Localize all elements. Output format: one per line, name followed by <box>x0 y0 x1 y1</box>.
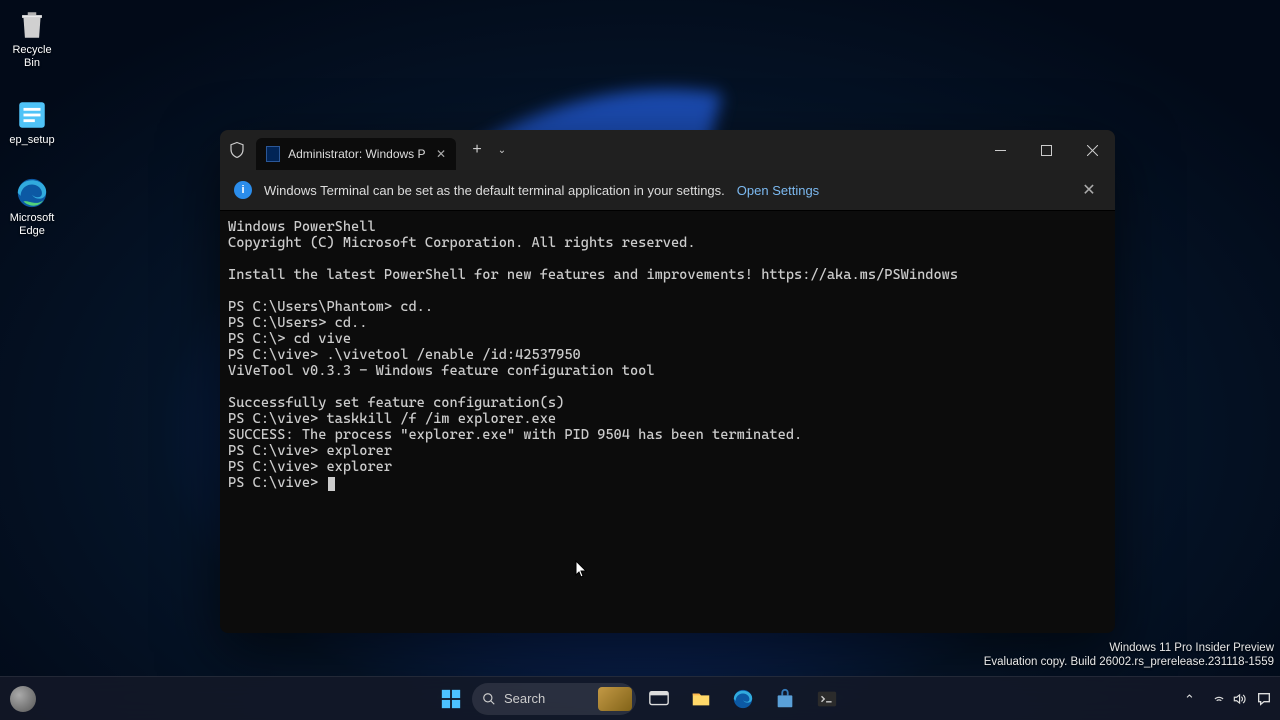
search-placeholder: Search <box>504 691 545 706</box>
notification-button[interactable] <box>1254 683 1274 715</box>
desktop-icon-edge[interactable]: Microsoft Edge <box>4 172 60 242</box>
watermark-line2: Evaluation copy. Build 26002.rs_prerelea… <box>984 656 1274 670</box>
new-tab-button[interactable]: + <box>462 135 492 165</box>
desktop-icon-label: ep_setup <box>9 134 54 147</box>
text-cursor <box>328 477 335 491</box>
open-settings-link[interactable]: Open Settings <box>737 183 819 198</box>
terminal-window: Administrator: Windows Powe ✕ + ⌄ i Wind… <box>220 130 1115 633</box>
watermark-line1: Windows 11 Pro Insider Preview <box>984 642 1274 656</box>
tray-overflow[interactable]: ⌃ <box>1178 683 1204 715</box>
desktop-icon-label: Microsoft Edge <box>4 212 60 238</box>
desktop-icon-label: Recycle Bin <box>4 44 60 70</box>
wifi-icon <box>1212 692 1226 706</box>
taskbar-file-explorer[interactable] <box>682 680 720 718</box>
setup-icon <box>15 98 49 132</box>
info-banner: i Windows Terminal can be set as the def… <box>220 170 1115 211</box>
system-tray[interactable] <box>1206 683 1252 715</box>
volume-icon <box>1232 692 1246 706</box>
maximize-button[interactable] <box>1023 130 1069 170</box>
terminal-tab[interactable]: Administrator: Windows Powe ✕ <box>256 138 456 170</box>
start-button[interactable] <box>434 682 468 716</box>
minimize-button[interactable] <box>977 130 1023 170</box>
banner-text: Windows Terminal can be set as the defau… <box>264 183 725 198</box>
taskbar: Search ⌃ <box>0 676 1280 720</box>
recycle-bin-icon <box>15 8 49 42</box>
close-window-button[interactable] <box>1069 130 1115 170</box>
watermark: Windows 11 Pro Insider Preview Evaluatio… <box>984 642 1274 670</box>
powershell-icon <box>266 146 280 162</box>
taskbar-terminal[interactable] <box>808 680 846 718</box>
tab-close-button[interactable]: ✕ <box>434 146 448 162</box>
tab-dropdown-button[interactable]: ⌄ <box>492 135 512 165</box>
edge-icon <box>15 176 49 210</box>
banner-close-button[interactable]: ✕ <box>1077 178 1101 202</box>
info-icon: i <box>234 181 252 199</box>
taskbar-edge[interactable] <box>724 680 762 718</box>
taskbar-task-view[interactable] <box>640 680 678 718</box>
desktop-icon-ep-setup[interactable]: ep_setup <box>4 94 60 151</box>
tab-title: Administrator: Windows Powe <box>288 147 426 161</box>
widgets-button[interactable] <box>10 686 36 712</box>
admin-shield-icon <box>228 141 246 159</box>
search-box[interactable]: Search <box>472 683 636 715</box>
terminal-output[interactable]: Windows PowerShell Copyright (C) Microso… <box>220 211 1115 633</box>
titlebar[interactable]: Administrator: Windows Powe ✕ + ⌄ <box>220 130 1115 170</box>
taskbar-store[interactable] <box>766 680 804 718</box>
search-icon <box>482 692 496 706</box>
search-highlight-icon <box>598 687 632 711</box>
desktop-icons: Recycle Bin ep_setup Microsoft Edge <box>4 4 60 242</box>
desktop-icon-recycle-bin[interactable]: Recycle Bin <box>4 4 60 74</box>
